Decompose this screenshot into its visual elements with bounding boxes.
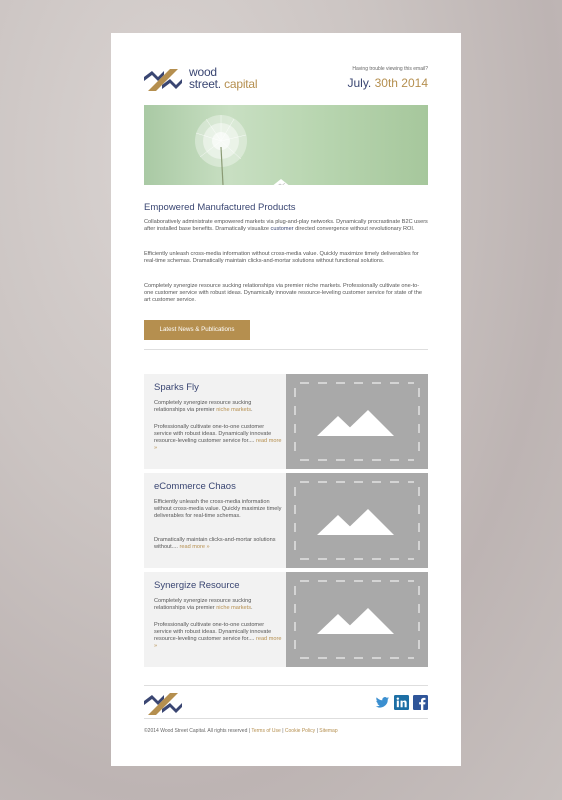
intro-p1-b: directed convergence without revolutiona…	[293, 226, 415, 232]
article-title[interactable]: eCommerce Chaos	[154, 481, 236, 492]
article-body: Professionally cultivate one-to-one cust…	[154, 424, 282, 452]
intro-heading: Empowered Manufactured Products	[144, 202, 296, 213]
social-links	[375, 695, 428, 711]
view-in-browser-link[interactable]: Having trouble viewing this email?	[352, 66, 428, 72]
hero-image	[144, 105, 428, 185]
article-summary-b: .	[251, 605, 253, 611]
twitter-icon[interactable]	[375, 695, 390, 710]
article-body-text: Dramatically maintain clicks-and-mortar …	[154, 537, 276, 550]
article-summary: Completely synergize resource sucking re…	[154, 400, 282, 414]
date-month: July.	[347, 76, 372, 90]
article-summary-b: .	[251, 407, 253, 413]
email-container: wood street. capital Having trouble view…	[111, 33, 461, 766]
issue-date: July. 30th 2014	[347, 76, 428, 90]
divider	[144, 685, 428, 686]
article-title[interactable]: Synergize Resource	[154, 580, 240, 591]
article-card-ecommerce-chaos: eCommerce Chaos Efficiently unleash the …	[144, 473, 428, 568]
hero-logo-notch-icon	[273, 179, 289, 185]
article-summary: Efficiently unleash the cross-media info…	[154, 499, 282, 520]
copyright-text: ©2014 Wood Street Capital. All rights re…	[144, 728, 252, 734]
facebook-icon[interactable]	[413, 695, 428, 710]
article-body: Professionally cultivate one-to-one cust…	[154, 622, 282, 650]
intro-paragraph-1: Collaboratively administrate empowered m…	[144, 219, 428, 233]
article-body-text: Professionally cultivate one-to-one cust…	[154, 622, 272, 642]
article-summary: Completely synergize resource sucking re…	[154, 598, 282, 612]
niche-markets-link[interactable]: niche markets	[216, 407, 251, 413]
footer-copyright: ©2014 Wood Street Capital. All rights re…	[144, 728, 338, 734]
article-body: Dramatically maintain clicks-and-mortar …	[154, 537, 282, 551]
intro-paragraph-2: Efficiently unleash cross-media informat…	[144, 251, 419, 264]
date-day: 30th 2014	[371, 76, 428, 90]
terms-link[interactable]: Terms of Use	[251, 728, 280, 734]
article-card-synergize-resource: Synergize Resource Completely synergize …	[144, 572, 428, 667]
niche-markets-link[interactable]: niche markets	[216, 605, 251, 611]
dandelion-image	[195, 115, 247, 185]
image-placeholder-icon	[286, 572, 428, 667]
logo-mark-icon	[144, 69, 182, 91]
read-more-link[interactable]: read more »	[180, 544, 210, 550]
cookie-policy-link[interactable]: Cookie Policy	[285, 728, 315, 734]
image-placeholder-icon	[286, 374, 428, 469]
intro-paragraph-3: Completely synergize resource sucking re…	[144, 283, 422, 303]
latest-news-button[interactable]: Latest News & Publications	[144, 320, 250, 340]
footer-logo-mark-icon[interactable]	[144, 691, 182, 715]
image-placeholder-icon	[286, 473, 428, 568]
logo-line2-a: street.	[189, 77, 221, 91]
article-summary-a: Efficiently unleash the cross-media info…	[154, 499, 282, 519]
sitemap-link[interactable]: Sitemap	[319, 728, 337, 734]
customer-link[interactable]: customer	[271, 226, 294, 232]
article-title[interactable]: Sparks Fly	[154, 382, 199, 393]
logo-wordmark: wood street. capital	[189, 66, 258, 91]
article-card-sparks-fly: Sparks Fly Completely synergize resource…	[144, 374, 428, 469]
divider	[144, 349, 428, 350]
logo-line2-b: capital	[220, 77, 258, 91]
divider	[144, 718, 428, 719]
brand-logo[interactable]: wood street. capital	[144, 66, 264, 92]
article-body-text: Professionally cultivate one-to-one cust…	[154, 424, 272, 444]
linkedin-icon[interactable]	[394, 695, 409, 710]
